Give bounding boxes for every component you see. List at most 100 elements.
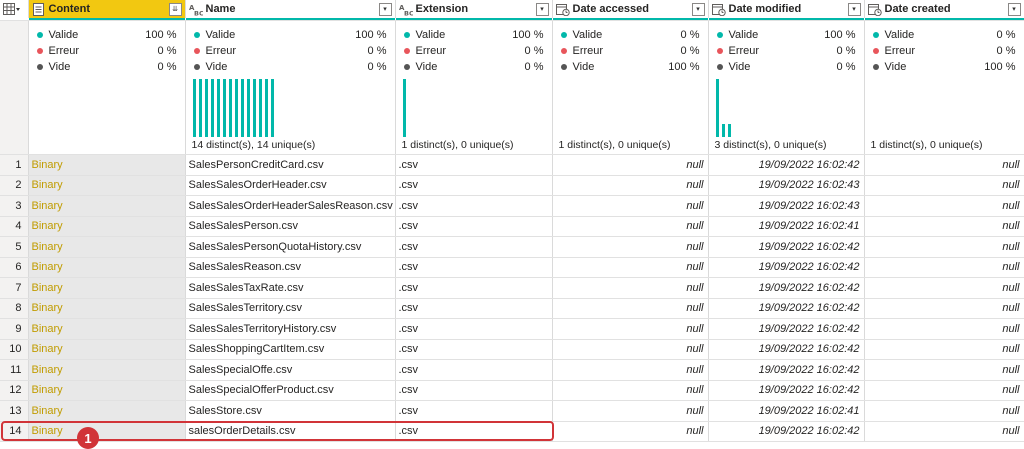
content-cell[interactable]: Binary [28, 421, 186, 442]
date-accessed-cell[interactable]: null [552, 400, 709, 422]
histogram-bar[interactable] [192, 79, 196, 137]
date-modified-cell[interactable]: 19/09/2022 16:02:43 [708, 175, 865, 196]
histogram-bar[interactable] [246, 79, 250, 137]
row-number[interactable]: 3 [0, 195, 29, 217]
table-row[interactable]: 8 Binary SalesSalesTerritory.csv .csv null 19… [0, 298, 1024, 319]
date-modified-cell[interactable]: 19/09/2022 16:02:41 [708, 400, 865, 422]
table-row[interactable]: 6 Binary SalesSalesReason.csv .csv null 19/09… [0, 257, 1024, 278]
name-cell[interactable]: SalesSalesTerritory.csv [185, 298, 396, 319]
histogram-bar[interactable] [210, 79, 214, 137]
date-accessed-cell[interactable]: null [552, 236, 709, 258]
name-cell[interactable]: SalesSalesOrderHeaderSalesReason.csv [185, 195, 396, 217]
dropdown-icon[interactable]: ▾ [535, 2, 549, 16]
date-created-cell[interactable]: null [864, 339, 1024, 360]
date-created-cell[interactable]: null [864, 298, 1024, 319]
date-accessed-cell[interactable]: null [552, 298, 709, 319]
histogram-bar[interactable] [264, 79, 268, 137]
table-row[interactable]: 12 Binary SalesSpecialOfferProduct.csv .csv… [0, 380, 1024, 401]
name-cell[interactable]: SalesStore.csv [185, 400, 396, 422]
extension-cell[interactable]: .csv [395, 400, 553, 422]
column-header-date_accessed[interactable]: Date accessed ▾ [552, 0, 709, 18]
date-accessed-cell[interactable]: null [552, 359, 709, 381]
dropdown-icon[interactable]: ▾ [691, 2, 705, 16]
date-modified-cell[interactable]: 19/09/2022 16:02:41 [708, 216, 865, 237]
row-number[interactable]: 4 [0, 216, 29, 237]
date-modified-cell[interactable]: 19/09/2022 16:02:42 [708, 359, 865, 381]
value-distribution-histogram[interactable] [715, 79, 731, 137]
table-row[interactable]: 5 Binary SalesSalesPersonQuotaHistory.csv.… [0, 236, 1024, 258]
value-distribution-histogram[interactable] [192, 79, 274, 137]
table-row[interactable]: 14 Binary salesOrderDetails.csv .csv null 19/… [0, 421, 1024, 442]
table-row[interactable]: 1 Binary SalesPersonCreditCard.csv .csv null… [0, 154, 1024, 176]
table-row[interactable]: 13 Binary SalesStore.csv .csv null 19/09/2022… [0, 400, 1024, 422]
name-cell[interactable]: SalesSalesPersonQuotaHistory.csv [185, 236, 396, 258]
date-modified-cell[interactable]: 19/09/2022 16:02:42 [708, 421, 865, 442]
extension-cell[interactable]: .csv [395, 257, 553, 278]
histogram-bar[interactable] [240, 79, 244, 137]
date-created-cell[interactable]: null [864, 175, 1024, 196]
column-header-name[interactable]: A BC Name ▾ [185, 0, 396, 18]
date-modified-cell[interactable]: 19/09/2022 16:02:42 [708, 298, 865, 319]
extension-cell[interactable]: .csv [395, 339, 553, 360]
row-number[interactable]: 12 [0, 380, 29, 401]
extension-cell[interactable]: .csv [395, 380, 553, 401]
date-accessed-cell[interactable]: null [552, 216, 709, 237]
extension-cell[interactable]: .csv [395, 277, 553, 299]
histogram-bar[interactable] [715, 79, 719, 137]
row-number[interactable]: 13 [0, 400, 29, 422]
histogram-bar[interactable] [216, 79, 220, 137]
content-cell[interactable]: Binary [28, 195, 186, 217]
table-row[interactable]: 10 Binary SalesShoppingCartItem.csv .csv nul… [0, 339, 1024, 360]
name-cell[interactable]: SalesPersonCreditCard.csv [185, 154, 396, 176]
date-modified-cell[interactable]: 19/09/2022 16:02:42 [708, 380, 865, 401]
histogram-bar[interactable] [252, 79, 256, 137]
extension-cell[interactable]: .csv [395, 154, 553, 176]
table-row[interactable]: 3 Binary SalesSalesOrderHeaderSalesReason.… [0, 195, 1024, 217]
date-created-cell[interactable]: null [864, 318, 1024, 340]
date-accessed-cell[interactable]: null [552, 175, 709, 196]
extension-cell[interactable]: .csv [395, 359, 553, 381]
table-row[interactable]: 4 Binary SalesSalesPerson.csv .csv null 19/09… [0, 216, 1024, 237]
histogram-bar[interactable] [270, 79, 274, 137]
content-cell[interactable]: Binary [28, 359, 186, 381]
extension-cell[interactable]: .csv [395, 216, 553, 237]
date-created-cell[interactable]: null [864, 236, 1024, 258]
name-cell[interactable]: SalesSalesOrderHeader.csv [185, 175, 396, 196]
date-created-cell[interactable]: null [864, 380, 1024, 401]
dropdown-icon[interactable]: ▾ [1007, 2, 1021, 16]
table-row[interactable]: 9 Binary SalesSalesTerritoryHistory.csv .cs… [0, 318, 1024, 340]
name-cell[interactable]: SalesSalesPerson.csv [185, 216, 396, 237]
date-created-cell[interactable]: null [864, 359, 1024, 381]
column-header-content[interactable]: Content ⇊ [28, 0, 186, 18]
dropdown-icon[interactable]: ▾ [847, 2, 861, 16]
content-cell[interactable]: Binary [28, 154, 186, 176]
name-cell[interactable]: SalesSalesTaxRate.csv [185, 277, 396, 299]
date-created-cell[interactable]: null [864, 154, 1024, 176]
histogram-bar[interactable] [721, 124, 725, 137]
table-row[interactable]: 2 Binary SalesSalesOrderHeader.csv .csv null… [0, 175, 1024, 196]
content-cell[interactable]: Binary [28, 216, 186, 237]
content-cell[interactable]: Binary [28, 175, 186, 196]
date-created-cell[interactable]: null [864, 216, 1024, 237]
row-number[interactable]: 9 [0, 318, 29, 340]
date-modified-cell[interactable]: 19/09/2022 16:02:42 [708, 318, 865, 340]
extension-cell[interactable]: .csv [395, 236, 553, 258]
table-row[interactable]: 11 Binary SalesSpecialOffe.csv .csv null 19/0… [0, 359, 1024, 381]
date-accessed-cell[interactable]: null [552, 277, 709, 299]
content-cell[interactable]: Binary [28, 257, 186, 278]
histogram-bar[interactable] [228, 79, 232, 137]
extension-cell[interactable]: .csv [395, 318, 553, 340]
date-created-cell[interactable]: null [864, 400, 1024, 422]
histogram-bar[interactable] [204, 79, 208, 137]
name-cell[interactable]: SalesSalesReason.csv [185, 257, 396, 278]
row-number[interactable]: 7 [0, 277, 29, 299]
date-accessed-cell[interactable]: null [552, 339, 709, 360]
name-cell[interactable]: SalesSpecialOffe.csv [185, 359, 396, 381]
extension-cell[interactable]: .csv [395, 195, 553, 217]
column-header-date_modified[interactable]: Date modified ▾ [708, 0, 865, 18]
date-modified-cell[interactable]: 19/09/2022 16:02:42 [708, 257, 865, 278]
date-created-cell[interactable]: null [864, 195, 1024, 217]
extension-cell[interactable]: .csv [395, 421, 553, 442]
date-accessed-cell[interactable]: null [552, 195, 709, 217]
row-number[interactable]: 10 [0, 339, 29, 360]
